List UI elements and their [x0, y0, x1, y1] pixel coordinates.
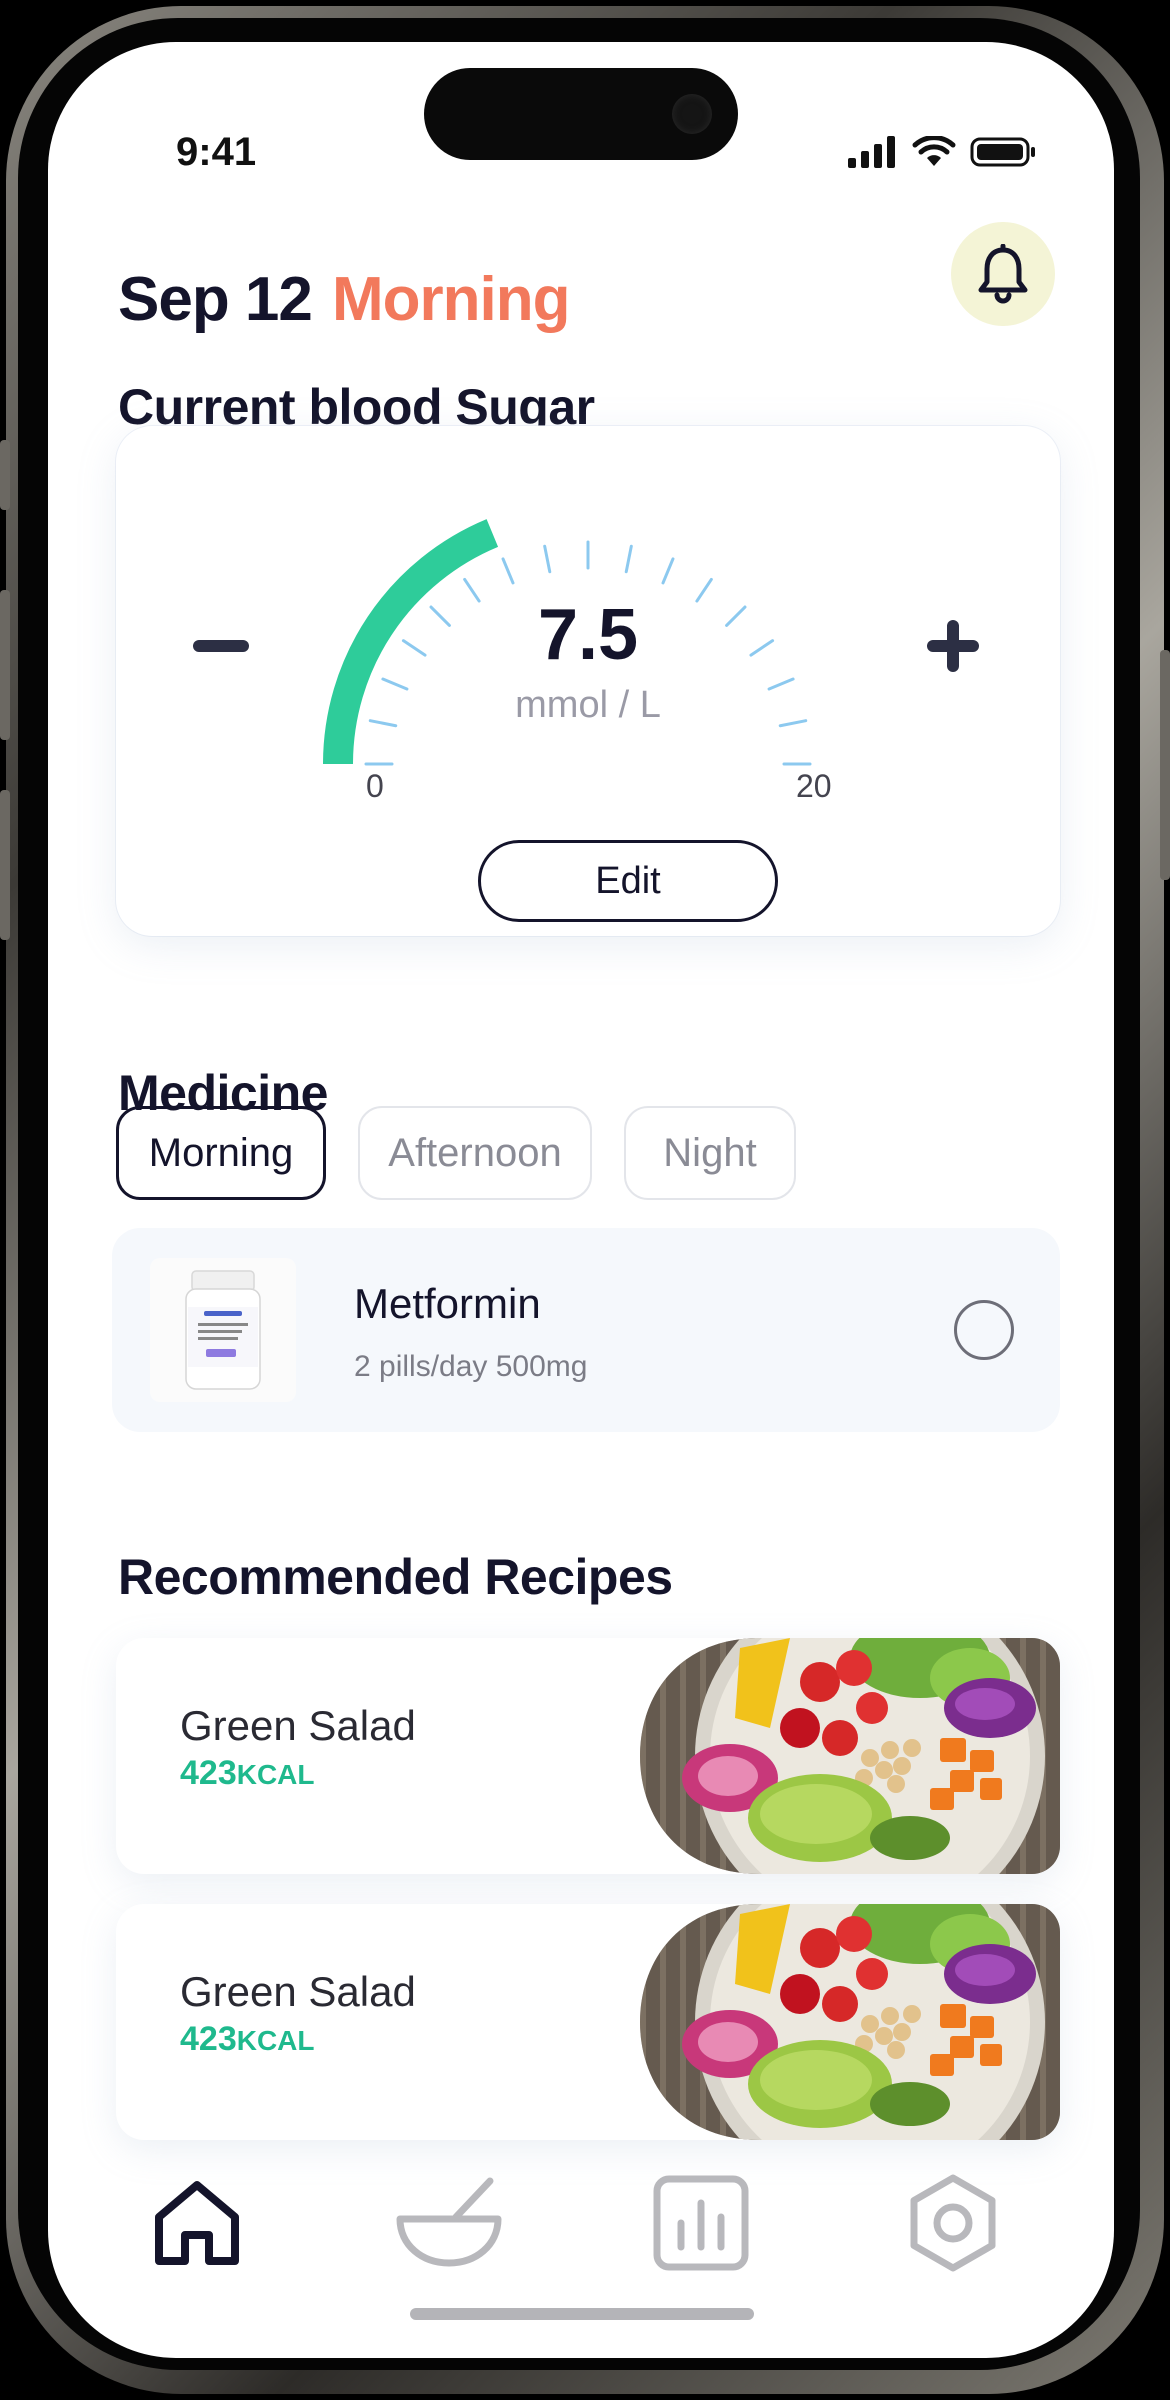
- wifi-icon: [912, 136, 956, 166]
- notifications-button[interactable]: [951, 222, 1055, 326]
- gauge-tick: [749, 639, 775, 657]
- medicine-name: Metformin: [354, 1280, 541, 1327]
- phone-volume-down: [0, 790, 10, 940]
- phone-volume-up: [0, 590, 10, 740]
- tab-afternoon[interactable]: Afternoon: [358, 1106, 592, 1200]
- home-icon: [155, 2181, 239, 2265]
- bottom-tab-bar: [48, 2168, 1114, 2308]
- gauge-tick: [661, 557, 675, 585]
- gauge-tick: [778, 719, 808, 728]
- salad-image: [640, 1638, 1060, 1874]
- header-period: Morning: [332, 265, 570, 334]
- gauge-tick: [725, 605, 747, 627]
- settings-icon: [910, 2174, 996, 2272]
- gauge-min-label: 0: [366, 768, 384, 804]
- recipes-title: Recommended Recipes: [118, 1549, 673, 1605]
- tab-home[interactable]: [142, 2168, 252, 2278]
- gauge-tick: [381, 677, 409, 691]
- recipe-name: Green Salad: [180, 1968, 416, 2015]
- gauge-max-label: 20: [796, 768, 832, 804]
- status-icons: [848, 136, 1036, 168]
- tab-recipes[interactable]: [394, 2168, 504, 2278]
- gauge-tick: [368, 719, 398, 728]
- header-date: Sep 12: [118, 265, 313, 334]
- recipe-card[interactable]: Green Salad 423KCAL: [116, 1638, 1060, 1874]
- phone-power-button: [1160, 650, 1170, 880]
- status-time: 9:41: [176, 130, 257, 174]
- phone-side-button: [0, 440, 10, 510]
- bell-icon: [978, 244, 1028, 304]
- app-screen: 9:41 Sep 12 Morning Current blood Sugar …: [48, 42, 1114, 2358]
- signal-icon: [848, 136, 895, 168]
- chart-icon: [653, 2175, 749, 2271]
- blood-sugar-card: 7.5 mmol / L 0 20 Edit: [116, 426, 1060, 936]
- gauge-tick: [695, 577, 713, 603]
- gauge-tick: [501, 557, 515, 585]
- gauge-tick: [463, 577, 481, 603]
- home-indicator[interactable]: [410, 2308, 754, 2320]
- tab-night[interactable]: Night: [624, 1106, 796, 1200]
- recipe-name: Green Salad: [180, 1702, 416, 1749]
- recipe-kcal-value: 423: [180, 2020, 237, 2058]
- gauge-tick: [767, 677, 795, 691]
- edit-blood-sugar-button[interactable]: Edit: [478, 840, 778, 922]
- recipe-card[interactable]: Green Salad 423KCAL: [116, 1904, 1060, 2140]
- tab-settings[interactable]: [898, 2168, 1008, 2278]
- gauge-tick: [401, 639, 427, 657]
- dynamic-island: [424, 68, 738, 160]
- gauge-tick: [624, 544, 633, 574]
- medicine-tabs: Morning Afternoon Night: [116, 1106, 796, 1200]
- medicine-taken-checkbox[interactable]: [954, 1300, 1014, 1360]
- medicine-item[interactable]: Metformin 2 pills/day 500mg: [112, 1228, 1060, 1432]
- recipe-kcal-unit: KCAL: [236, 1759, 315, 1790]
- tab-stats[interactable]: [646, 2168, 756, 2278]
- recipe-kcal-unit: KCAL: [236, 2025, 315, 2056]
- medicine-dose: 2 pills/day 500mg: [354, 1350, 588, 1383]
- blood-sugar-value: 7.5: [537, 595, 639, 675]
- gauge-tick: [543, 544, 552, 574]
- pill-bottle-image: [150, 1258, 296, 1402]
- recipe-calories: 423KCAL: [180, 1754, 315, 1793]
- salad-image: [640, 1904, 1060, 2140]
- camera-icon: [672, 94, 712, 134]
- blood-sugar-unit: mmol / L: [515, 684, 661, 726]
- gauge-tick: [429, 605, 451, 627]
- tab-morning[interactable]: Morning: [116, 1106, 326, 1200]
- recipe-kcal-value: 423: [180, 1754, 237, 1792]
- battery-icon: [970, 137, 1035, 167]
- recipe-calories: 423KCAL: [180, 2020, 315, 2059]
- bowl-icon: [396, 2177, 502, 2267]
